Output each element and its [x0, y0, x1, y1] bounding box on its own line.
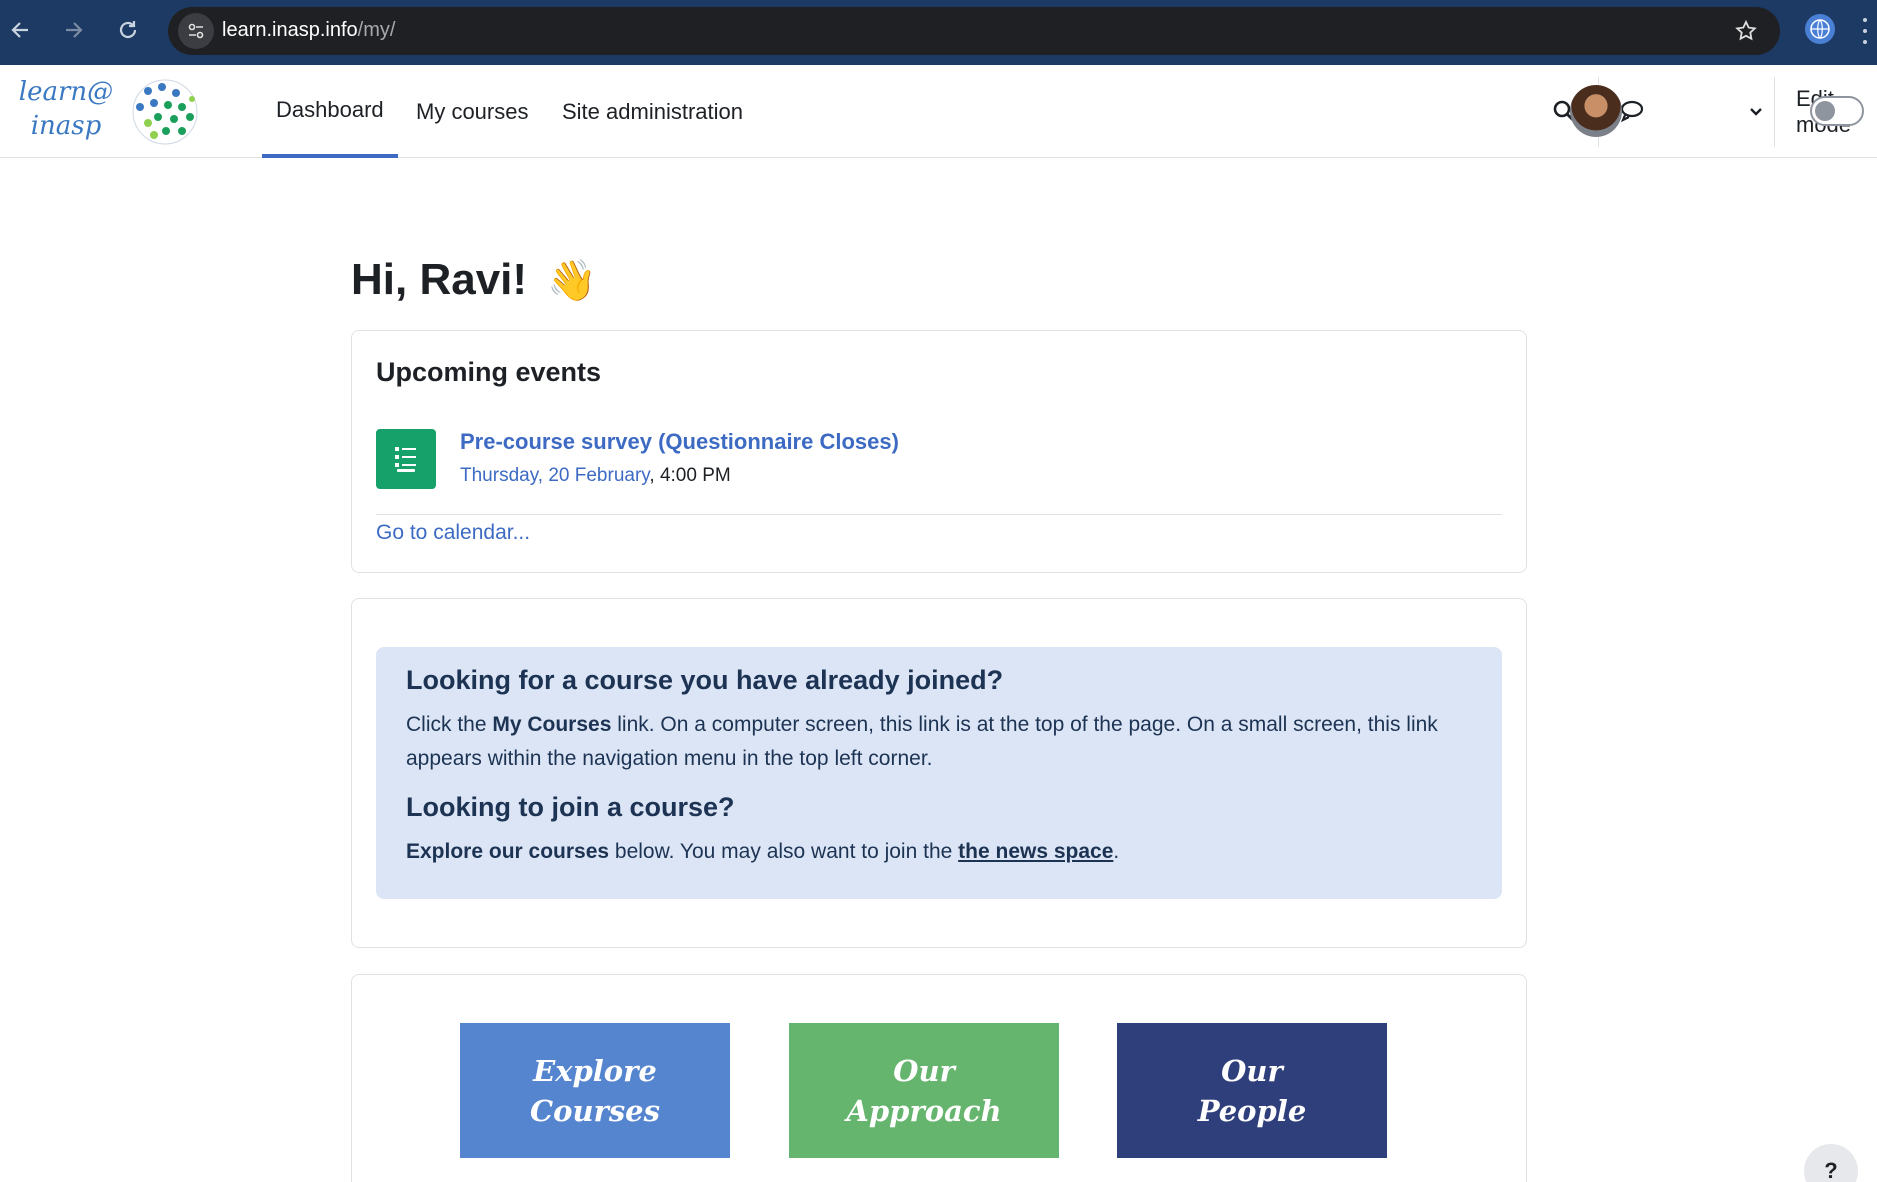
edit-mode-toggle[interactable] [1810, 96, 1864, 126]
info-paragraph-join: Explore our courses below. You may also … [406, 840, 1120, 863]
help-button[interactable]: ? [1804, 1144, 1858, 1182]
site-info-icon[interactable] [178, 13, 214, 49]
browser-menu-icon[interactable] [1862, 18, 1868, 44]
site-navbar: learn@ inasp Dashboard My courses Site a… [0, 65, 1877, 158]
nav-my-courses[interactable]: My courses [416, 65, 528, 158]
info-heading-join: Looking to join a course? [406, 792, 735, 822]
upcoming-events-block: Upcoming events Pre-course survey (Quest… [351, 330, 1527, 573]
info-heading-joined: Looking for a course you have already jo… [406, 665, 1004, 695]
page-title: Hi, Ravi! 👋 [351, 255, 597, 305]
url-text[interactable]: learn.inasp.info/my/ [222, 19, 395, 42]
browser-profile-icon[interactable] [1805, 14, 1835, 44]
toggle-knob [1815, 101, 1835, 121]
greeting-text: Hi, Ravi! [351, 255, 528, 304]
back-icon[interactable] [0, 10, 40, 50]
info-block: Looking for a course you have already jo… [351, 598, 1527, 948]
divider [376, 514, 1502, 515]
nav-divider [1774, 77, 1775, 147]
waving-hand-icon: 👋 [547, 258, 597, 303]
event-date: Thursday, 20 February, 4:00 PM [460, 465, 731, 486]
event-link[interactable]: Pre-course survey (Questionnaire Closes) [460, 429, 899, 455]
info-paragraph-joined: Click the My Courses link. On a computer… [406, 713, 1438, 770]
go-to-calendar-link[interactable]: Go to calendar... [376, 521, 530, 545]
browser-toolbar: learn.inasp.info/my/ [0, 0, 1877, 65]
nav-site-administration[interactable]: Site administration [562, 65, 743, 158]
forward-icon[interactable] [54, 10, 94, 50]
logo-line2: inasp [30, 111, 102, 141]
info-box: Looking for a course you have already jo… [376, 647, 1502, 899]
avatar[interactable] [1570, 85, 1622, 137]
address-bar[interactable]: learn.inasp.info/my/ [168, 7, 1780, 55]
event-day-link[interactable]: Thursday, 20 February [460, 465, 649, 486]
reload-icon[interactable] [108, 10, 148, 50]
upcoming-events-title: Upcoming events [376, 357, 602, 387]
explore-courses-tile[interactable]: Explore Courses [460, 1023, 730, 1158]
logo-globe-icon[interactable] [128, 77, 202, 147]
bookmark-star-icon[interactable] [1734, 19, 1758, 48]
tiles-block: Explore Courses Our Approach Our People [351, 974, 1527, 1182]
logo-line1: learn@ [18, 77, 114, 107]
nav-dashboard[interactable]: Dashboard [262, 65, 398, 158]
event-time: 4:00 PM [659, 465, 731, 486]
site-logo[interactable]: learn@ inasp [18, 75, 114, 143]
our-approach-tile[interactable]: Our Approach [789, 1023, 1059, 1158]
questionnaire-icon [376, 429, 436, 489]
our-people-tile[interactable]: Our People [1117, 1023, 1387, 1158]
news-space-link[interactable]: the news space [958, 840, 1113, 863]
chevron-down-icon[interactable] [1738, 93, 1774, 129]
